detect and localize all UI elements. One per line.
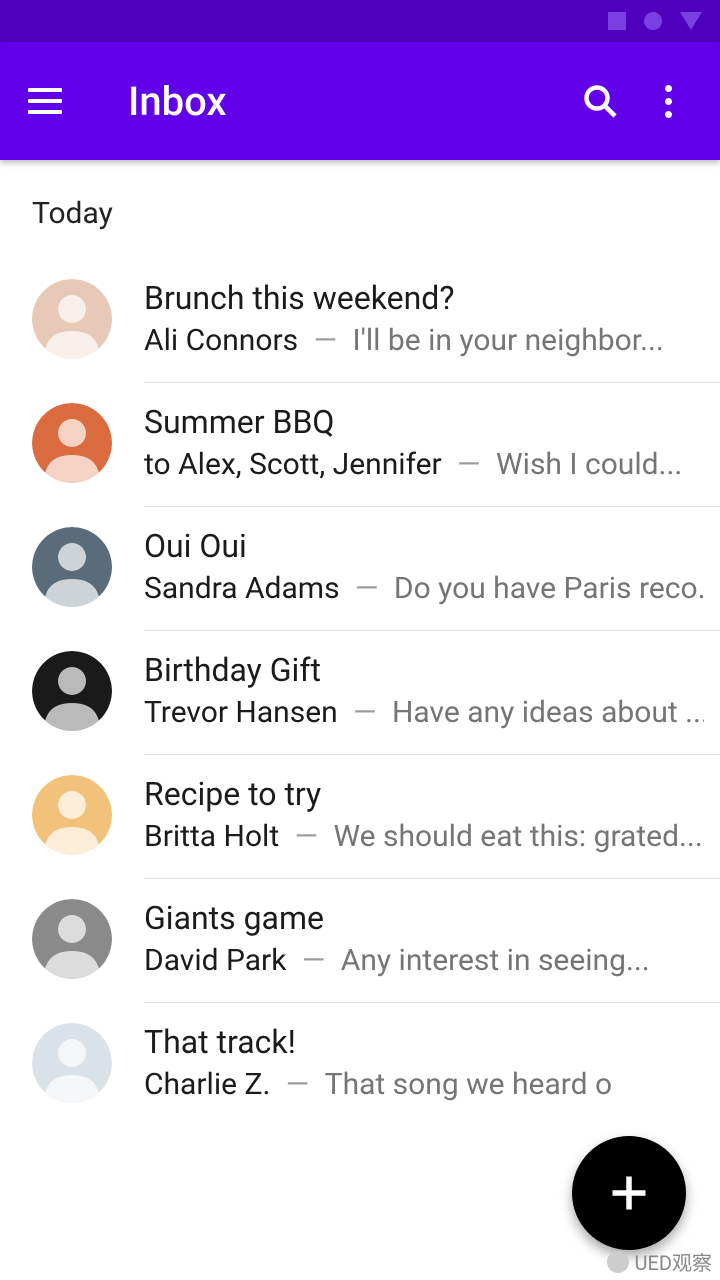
- conversation-sender: Trevor Hansen: [144, 695, 338, 730]
- conversation-body: Birthday Gift Trevor Hansen — Have any i…: [144, 651, 720, 755]
- watermark-icon: [607, 1251, 629, 1273]
- conversation-sender: Ali Connors: [144, 323, 298, 358]
- conversation-sender: Charlie Z.: [144, 1067, 270, 1102]
- conversation-body: That track! Charlie Z. — That song we he…: [144, 1023, 720, 1126]
- conversation-meta: Ali Connors — I'll be in your neighbor..…: [144, 323, 704, 358]
- conversation-item[interactable]: Birthday Gift Trevor Hansen — Have any i…: [0, 631, 720, 755]
- conversation-subject: That track!: [144, 1023, 704, 1061]
- conversation-sender: to Alex, Scott, Jennifer: [144, 447, 442, 482]
- conversation-subject: Oui Oui: [144, 527, 704, 565]
- avatar: [32, 775, 112, 855]
- section-today-header: Today: [0, 160, 720, 259]
- avatar: [32, 899, 112, 979]
- search-button[interactable]: [576, 77, 624, 125]
- app-bar: Inbox: [0, 42, 720, 160]
- avatar: [32, 403, 112, 483]
- conversation-snippet: Have any ideas about ...: [392, 695, 704, 730]
- conversation-snippet: That song we heard o: [325, 1067, 612, 1102]
- conversation-meta: David Park — Any interest in seeing...: [144, 943, 704, 978]
- avatar: [32, 1023, 112, 1103]
- conversation-subject: Birthday Gift: [144, 651, 704, 689]
- conversation-meta: Trevor Hansen — Have any ideas about ...: [144, 695, 704, 730]
- hamburger-icon: [28, 88, 62, 92]
- compose-fab[interactable]: [572, 1136, 686, 1250]
- search-icon: [582, 83, 618, 119]
- conversation-subject: Giants game: [144, 899, 704, 937]
- conversation-snippet: Do you have Paris reco....: [394, 571, 704, 606]
- page-title: Inbox: [128, 78, 576, 125]
- conversation-meta: Britta Holt — We should eat this: grated…: [144, 819, 704, 854]
- conversation-item[interactable]: Brunch this weekend? Ali Connors — I'll …: [0, 259, 720, 383]
- watermark: UED观察: [607, 1247, 712, 1276]
- conversation-sender: David Park: [144, 943, 286, 978]
- status-bar: [0, 0, 720, 42]
- conversation-meta: to Alex, Scott, Jennifer — Wish I could.…: [144, 447, 704, 482]
- plus-icon: [607, 1171, 651, 1215]
- watermark-text: UED观察: [635, 1247, 712, 1276]
- conversation-subject: Recipe to try: [144, 775, 704, 813]
- conversation-body: Recipe to try Britta Holt — We should ea…: [144, 775, 720, 879]
- avatar: [32, 527, 112, 607]
- conversation-meta: Charlie Z. — That song we heard o: [144, 1067, 704, 1102]
- conversation-item[interactable]: Recipe to try Britta Holt — We should ea…: [0, 755, 720, 879]
- conversation-list: Brunch this weekend? Ali Connors — I'll …: [0, 259, 720, 1126]
- more-vert-icon: [665, 85, 672, 92]
- avatar: [32, 279, 112, 359]
- status-triangle-icon: [680, 12, 702, 30]
- conversation-snippet: I'll be in your neighbor...: [352, 323, 663, 358]
- conversation-sender: Sandra Adams: [144, 571, 340, 606]
- conversation-body: Giants game David Park — Any interest in…: [144, 899, 720, 1003]
- overflow-button[interactable]: [644, 77, 692, 125]
- avatar: [32, 651, 112, 731]
- conversation-sender: Britta Holt: [144, 819, 279, 854]
- conversation-item[interactable]: Oui Oui Sandra Adams — Do you have Paris…: [0, 507, 720, 631]
- conversation-body: Oui Oui Sandra Adams — Do you have Paris…: [144, 527, 720, 631]
- conversation-item[interactable]: Giants game David Park — Any interest in…: [0, 879, 720, 1003]
- status-circle-icon: [644, 12, 662, 30]
- conversation-meta: Sandra Adams — Do you have Paris reco...…: [144, 571, 704, 606]
- conversation-body: Brunch this weekend? Ali Connors — I'll …: [144, 279, 720, 383]
- conversation-snippet: Any interest in seeing...: [341, 943, 650, 978]
- status-square-icon: [608, 12, 626, 30]
- conversation-item[interactable]: Summer BBQ to Alex, Scott, Jennifer — Wi…: [0, 383, 720, 507]
- conversation-body: Summer BBQ to Alex, Scott, Jennifer — Wi…: [144, 403, 720, 507]
- conversation-subject: Brunch this weekend?: [144, 279, 704, 317]
- conversation-snippet: Wish I could...: [496, 447, 682, 482]
- menu-button[interactable]: [28, 81, 68, 121]
- conversation-snippet: We should eat this: grated...: [333, 819, 702, 854]
- conversation-item[interactable]: That track! Charlie Z. — That song we he…: [0, 1003, 720, 1126]
- conversation-subject: Summer BBQ: [144, 403, 704, 441]
